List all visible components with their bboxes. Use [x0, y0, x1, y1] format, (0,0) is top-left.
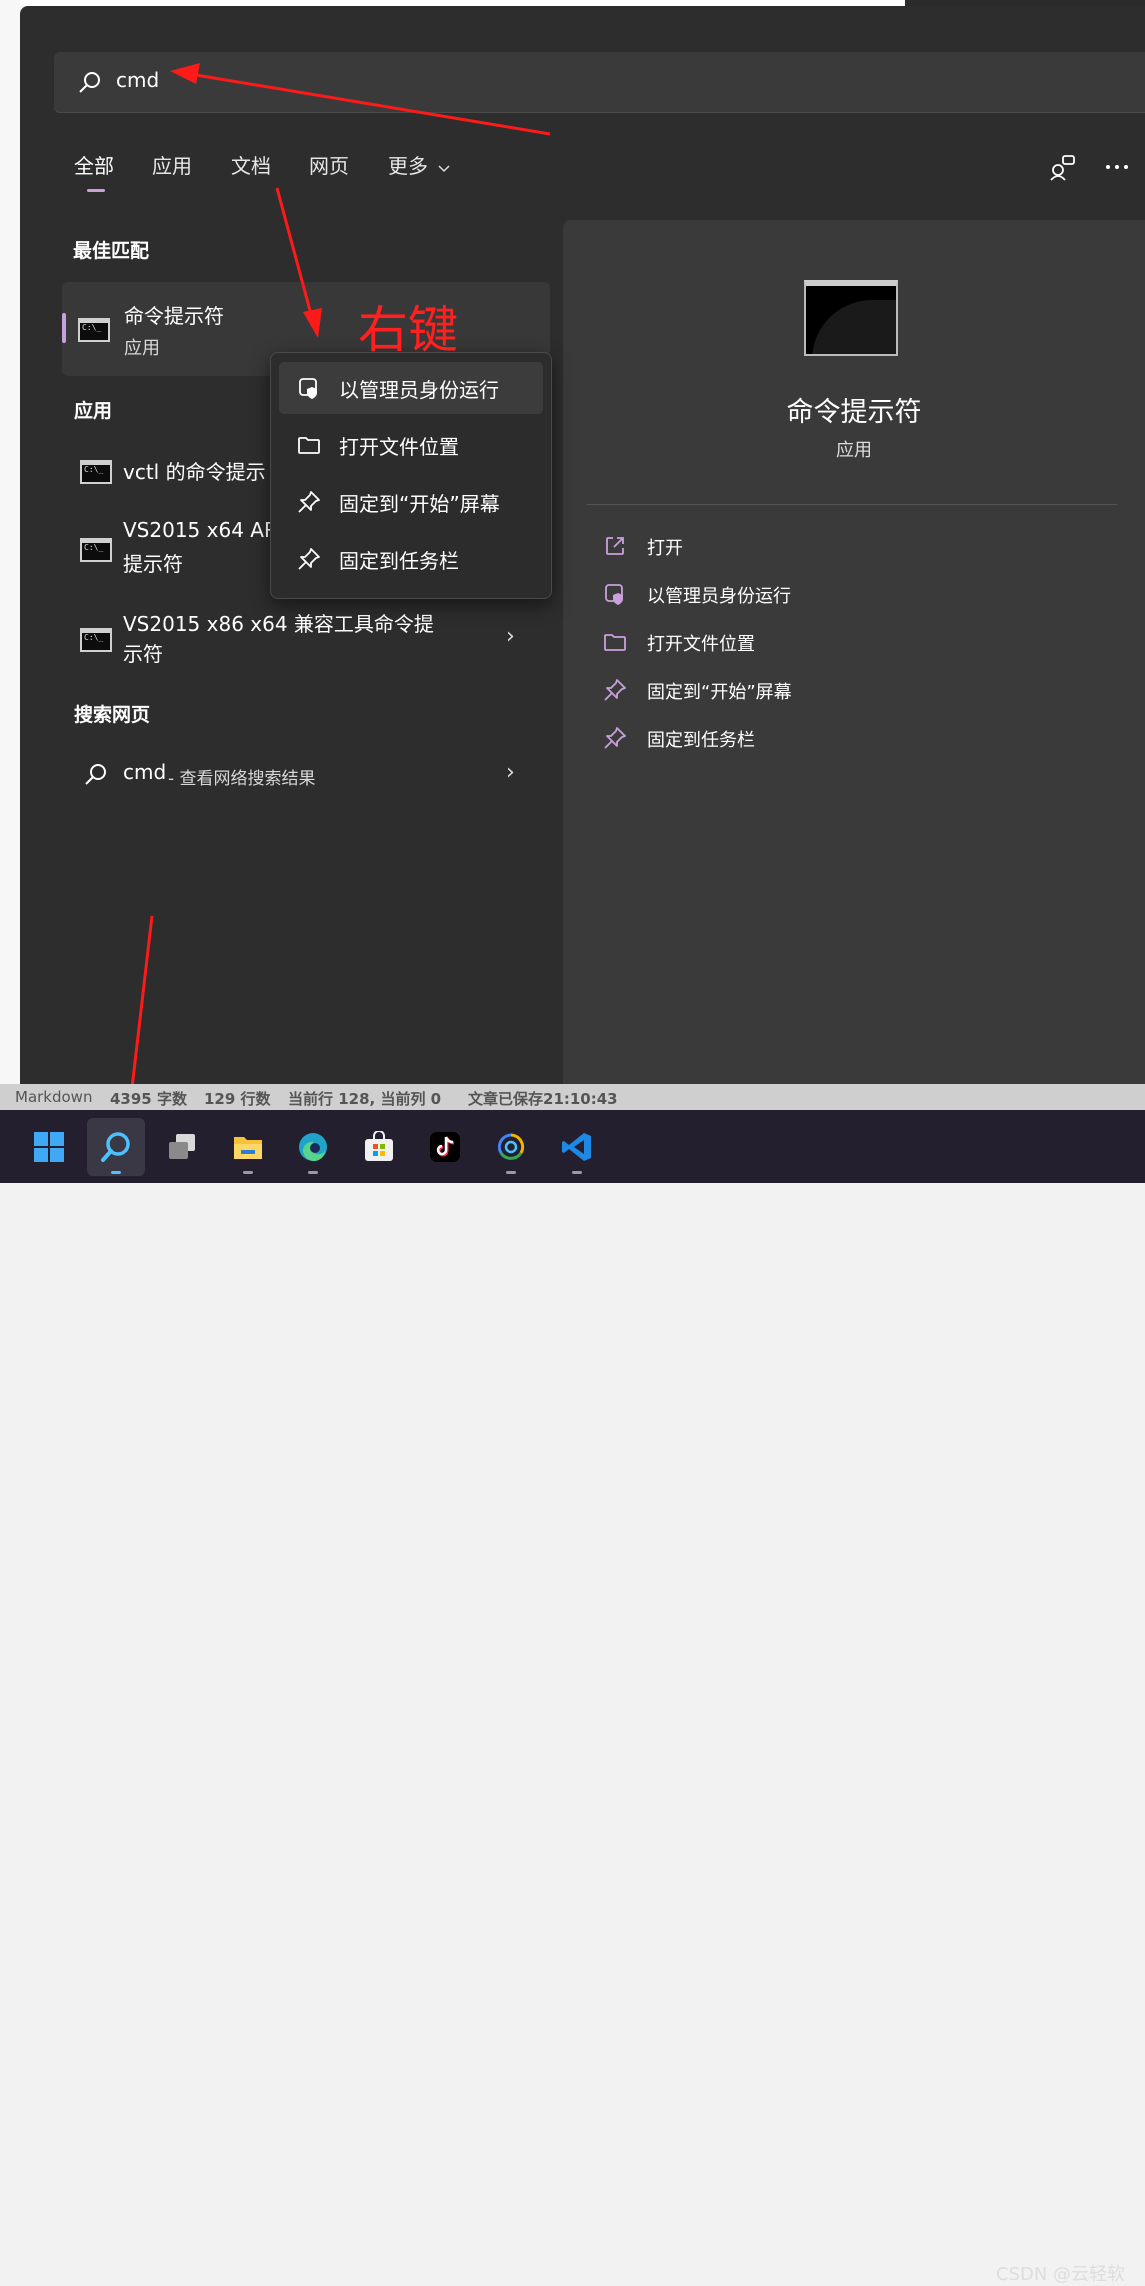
context-menu: 以管理员身份运行 打开文件位置 固定到“开始”屏幕 固定到任务栏 — [270, 352, 552, 599]
windows-start-icon — [34, 1132, 64, 1162]
app-result-title-cont: 示符 — [123, 642, 163, 666]
context-item-label: 固定到任务栏 — [339, 549, 459, 573]
running-indicator — [111, 1171, 121, 1174]
app-result-title: VS2015 x86 x64 兼容工具命令提 — [123, 612, 434, 636]
action-label: 打开 — [647, 538, 683, 559]
vscode-icon — [562, 1133, 591, 1161]
tab-documents[interactable]: 文档 — [231, 150, 271, 179]
edge-browser-icon — [299, 1133, 327, 1162]
more-options-icon[interactable] — [1102, 152, 1132, 182]
web-search-heading: 搜索网页 — [74, 704, 151, 726]
running-indicator — [243, 1171, 253, 1174]
context-run-as-admin[interactable]: 以管理员身份运行 — [279, 362, 543, 414]
pin-icon — [298, 548, 320, 570]
task-view-button[interactable] — [153, 1118, 211, 1176]
command-prompt-icon: C:\_ — [80, 460, 112, 484]
command-prompt-icon: C:\_ — [80, 538, 112, 562]
web-query: cmd — [123, 760, 167, 784]
action-label: 固定到任务栏 — [647, 730, 755, 751]
start-search-window: cmd 全部 应用 文档 网页 更多 最佳匹配 C:\_ 命令提示符 应用 应用… — [20, 6, 1145, 1090]
running-indicator — [506, 1171, 516, 1174]
store-icon — [365, 1131, 393, 1161]
edge-browser-button[interactable] — [284, 1118, 342, 1176]
chevron-right-icon[interactable]: › — [506, 760, 515, 785]
folder-icon — [298, 437, 320, 454]
folder-icon — [234, 1137, 262, 1159]
search-icon — [79, 72, 100, 93]
search-icon — [101, 1132, 130, 1162]
pin-icon — [604, 727, 626, 749]
status-lines: 129 行数 — [204, 1090, 271, 1108]
app-result-title: VS2015 x64 AR — [123, 518, 278, 542]
microsoft-store-button[interactable] — [350, 1118, 408, 1176]
open-external-icon — [606, 537, 624, 555]
tab-web[interactable]: 网页 — [309, 150, 349, 179]
context-item-label: 固定到“开始”屏幕 — [339, 492, 500, 516]
tab-apps[interactable]: 应用 — [152, 150, 192, 179]
tab-all[interactable]: 全部 — [74, 150, 114, 179]
background-margin — [0, 0, 20, 1090]
command-prompt-icon: C:\_ — [78, 318, 110, 342]
chevron-right-icon[interactable]: › — [506, 624, 515, 649]
task-view-icon — [169, 1134, 195, 1159]
context-pin-to-start[interactable]: 固定到“开始”屏幕 — [279, 476, 543, 528]
swirl-app-icon — [497, 1133, 525, 1160]
status-saved: 文章已保存21:10:43 — [468, 1090, 618, 1108]
context-pin-to-taskbar[interactable]: 固定到任务栏 — [279, 533, 543, 585]
search-icon — [85, 764, 106, 785]
best-match-heading: 最佳匹配 — [73, 240, 150, 262]
running-indicator — [308, 1171, 318, 1174]
account-switch-icon[interactable] — [1048, 152, 1078, 182]
status-mode: Markdown — [15, 1088, 93, 1106]
file-explorer-button[interactable] — [219, 1118, 277, 1176]
folder-icon — [604, 634, 626, 651]
apps-heading: 应用 — [74, 400, 113, 422]
start-button[interactable] — [20, 1118, 78, 1176]
selection-accent — [62, 313, 66, 343]
tab-more-label: 更多 — [388, 154, 428, 178]
divider — [587, 504, 1117, 505]
shield-icon — [605, 584, 623, 605]
vscode-button[interactable] — [548, 1118, 606, 1176]
active-tab-indicator — [87, 189, 105, 192]
preview-title: 命令提示符 — [786, 397, 922, 428]
taskbar: CSDN @云轻软 — [0, 1110, 1145, 2285]
best-match-subtitle: 应用 — [124, 338, 160, 359]
web-query-suffix: - 查看网络搜索结果 — [168, 769, 316, 789]
shield-icon — [299, 378, 317, 399]
tiktok-button[interactable] — [416, 1118, 474, 1176]
context-item-label: 以管理员身份运行 — [339, 378, 499, 402]
status-chars: 4395 字数 — [110, 1090, 187, 1108]
preview-subtitle: 应用 — [836, 440, 872, 461]
app-result-title-cont: 提示符 — [123, 552, 183, 576]
watermark: CSDN @云轻软 — [996, 2264, 1126, 2285]
app-result-title: vctl 的命令提示 — [123, 460, 266, 484]
action-label: 固定到“开始”屏幕 — [647, 682, 792, 703]
annotation-right-click: 右键 — [358, 301, 458, 359]
colorful-app-button[interactable] — [482, 1118, 540, 1176]
taskbar-search-button[interactable] — [87, 1118, 145, 1176]
search-box[interactable]: cmd — [54, 52, 1145, 113]
context-open-file-location[interactable]: 打开文件位置 — [279, 419, 543, 471]
action-label: 打开文件位置 — [647, 634, 755, 655]
status-position: 当前行 128, 当前列 0 — [288, 1090, 442, 1108]
pin-icon — [298, 491, 320, 513]
editor-statusbar: Markdown 4395 字数 129 行数 当前行 128, 当前列 0 文… — [0, 1084, 1145, 1110]
preview-pane: 命令提示符 应用 打开 以管理员身份运行 打开文件位置 固定到“开始”屏幕 固定… — [563, 220, 1145, 1090]
search-input[interactable]: cmd — [116, 68, 159, 92]
best-match-title: 命令提示符 — [124, 304, 224, 328]
tiktok-icon — [430, 1132, 460, 1162]
action-label: 以管理员身份运行 — [647, 586, 791, 607]
context-item-label: 打开文件位置 — [339, 435, 459, 459]
tab-more[interactable]: 更多 — [388, 150, 450, 179]
command-prompt-large-icon — [804, 280, 898, 356]
pin-icon — [604, 679, 626, 701]
chevron-down-icon — [438, 165, 450, 173]
command-prompt-icon: C:\_ — [80, 628, 112, 652]
running-indicator — [572, 1171, 582, 1174]
